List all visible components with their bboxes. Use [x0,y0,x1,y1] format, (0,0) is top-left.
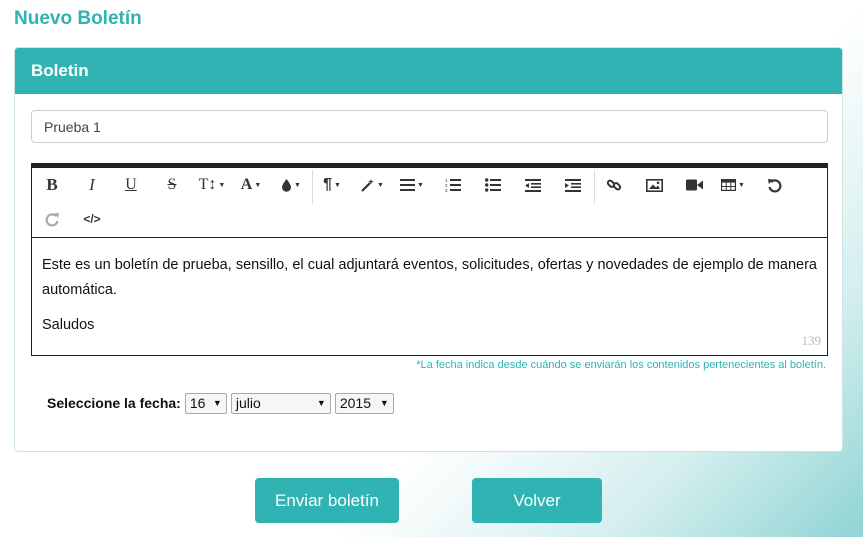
newsletter-title-input[interactable] [31,110,828,143]
indent-icon[interactable] [558,170,588,200]
table-icon[interactable]: ▼ [716,170,750,200]
year-select[interactable]: 2015 ▼ [334,392,394,414]
page-title: Nuevo Boletín [14,8,142,29]
bold-icon[interactable]: B [37,170,67,200]
italic-icon[interactable]: I [77,170,107,200]
editor-toolbar: B I U S T↕ ▼ A ▼ ▼ ¶ ▼ ▼ ▼ 123 ▼ </> [32,168,827,238]
chevron-down-icon: ▼ [212,398,222,408]
paragraph-style-icon[interactable]: ¶ ▼ [316,170,348,200]
chevron-down-icon: ▼ [379,398,389,408]
ordered-list-icon[interactable]: 123 [438,170,468,200]
font-size-icon[interactable]: T↕ ▼ [194,170,230,200]
month-value: julio [235,395,261,411]
undo-icon[interactable] [759,170,789,200]
back-button[interactable]: Volver [472,478,602,523]
code-view-icon[interactable]: </> [77,204,107,234]
date-selector-row: Seleccione la fecha: 16 ▼ julio ▼ 2015 ▼ [47,392,398,414]
font-color-icon[interactable]: A ▼ [234,170,268,200]
svg-text:3: 3 [445,188,448,192]
magic-style-icon[interactable]: ▼ [356,170,388,200]
strikethrough-icon[interactable]: S [157,170,187,200]
chevron-down-icon: ▼ [316,398,326,408]
date-note: *La fecha indica desde cuándo se enviará… [416,359,826,371]
align-icon[interactable]: ▼ [396,170,428,200]
editor-content[interactable]: Este es un boletín de prueba, sensillo, … [32,239,827,356]
submit-newsletter-button[interactable]: Enviar boletín [255,478,399,523]
month-select[interactable]: julio ▼ [230,392,331,414]
editor-paragraph: Saludos [42,317,95,333]
day-select[interactable]: 16 ▼ [184,392,227,414]
toolbar-separator [312,170,313,204]
panel-heading: Boletin [15,48,842,94]
outdent-icon[interactable] [518,170,548,200]
toolbar-separator [594,170,595,204]
day-value: 16 [189,395,206,411]
newsletter-panel: Boletin B I U S T↕▼ A▼ ▼ ¶▼ ▼ ▼ 123 [14,47,843,452]
rich-text-editor: B I U S T↕ ▼ A ▼ ▼ ¶ ▼ ▼ ▼ 123 ▼ </> Est… [31,163,828,356]
editor-paragraph: Este es un boletín de prueba, sensillo, … [42,257,817,298]
character-count: 139 [801,333,822,348]
link-icon[interactable] [599,170,629,200]
redo-icon[interactable] [37,204,67,234]
highlight-color-icon[interactable]: ▼ [275,170,307,200]
video-icon[interactable] [679,170,709,200]
year-value: 2015 [339,395,371,411]
image-icon[interactable] [639,170,669,200]
date-label: Seleccione la fecha: [47,395,181,411]
unordered-list-icon[interactable] [478,170,508,200]
underline-icon[interactable]: U [116,170,146,200]
